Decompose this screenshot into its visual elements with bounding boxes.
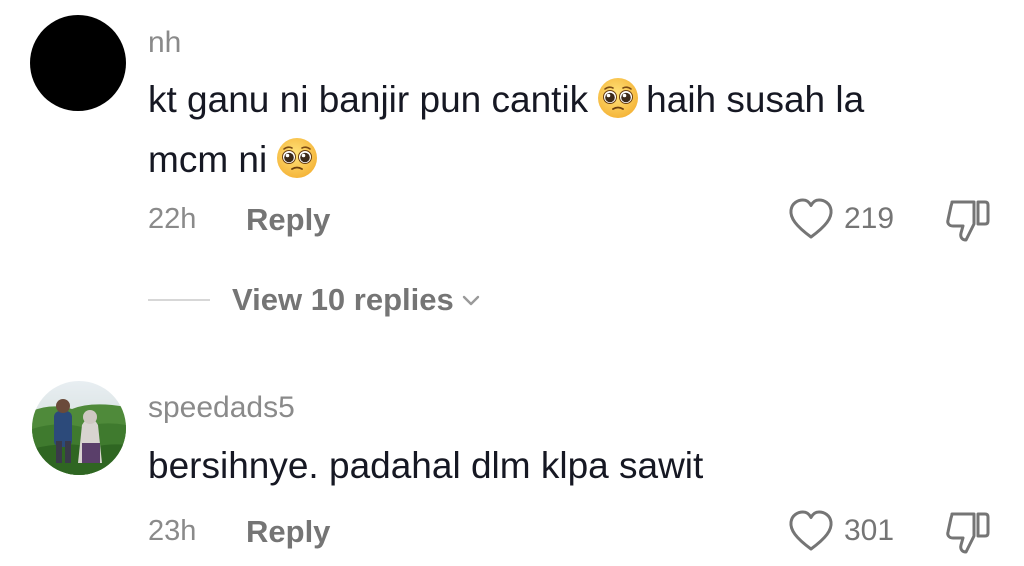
view-replies-label: View 10 replies [232,282,454,317]
reply-button[interactable]: Reply [246,516,330,547]
like-count: 301 [844,514,895,547]
comment-text-part: haih susah la [646,79,865,120]
reply-button[interactable]: Reply [246,204,330,235]
thumbs-down-icon[interactable] [944,508,992,556]
replies-divider [148,298,210,301]
avatar[interactable] [30,15,126,111]
avatar[interactable] [32,381,126,475]
pleading-face-emoji-icon [277,138,318,178]
thumbs-down-icon[interactable] [944,196,992,244]
heart-outline-icon [789,510,833,551]
comment-list: nh kt ganu ni banjir pun cantik haih sus… [0,0,1024,566]
chevron-down-icon [462,295,479,305]
comment-username[interactable]: nh [148,28,181,58]
like-button[interactable]: 219 [788,198,894,240]
heart-outline-icon [789,198,833,239]
avatar-photo [32,381,126,475]
like-count: 219 [844,202,895,235]
view-replies-button[interactable]: View 10 replies [148,284,482,315]
comment-text-part: mcm ni [148,139,268,180]
comment-timestamp: 23h [148,515,197,547]
comment-text: kt ganu ni banjir pun cantik haih susah … [148,70,988,190]
comment-timestamp: 22h [148,203,197,235]
comment-text: bersihnye. padahal dlm klpa sawit [148,445,704,486]
comment-text-part: kt ganu ni banjir pun cantik [148,79,589,120]
pleading-face-emoji-icon [598,78,639,118]
comment-username[interactable]: speedads5 [148,393,295,423]
like-button[interactable]: 301 [788,510,894,552]
